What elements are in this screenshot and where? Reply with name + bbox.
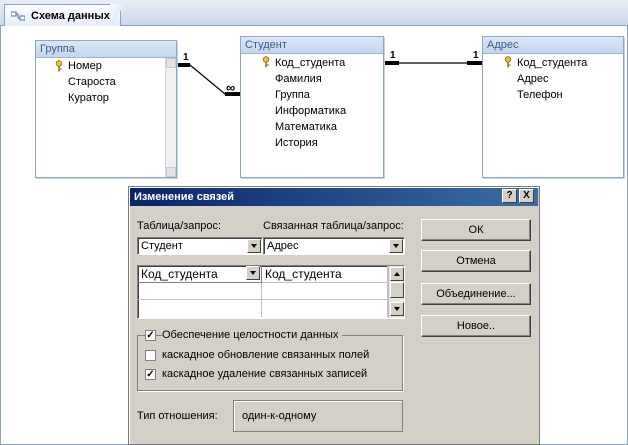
empty-cell[interactable]: [138, 283, 262, 300]
ok-button[interactable]: ОК: [421, 219, 531, 241]
table-window-student[interactable]: Студент Код_студента Фамилия Группа Инфо…: [240, 36, 384, 178]
primary-key-icon: [55, 60, 63, 72]
integrity-options-group: [137, 335, 403, 391]
cascade-delete-label[interactable]: каскадное удаление связанных записей: [162, 368, 367, 380]
field-item[interactable]: Номер: [68, 60, 102, 72]
field-item[interactable]: Математика: [275, 121, 337, 133]
scroll-down-arrow[interactable]: [390, 302, 404, 316]
relation-type-label: Тип отношения:: [137, 410, 218, 422]
relation-many-label: ∞: [226, 80, 236, 95]
related-table-select-value: Адрес: [267, 240, 299, 252]
edit-relationships-dialog: Изменение связей ? X Таблица/запрос: Свя…: [128, 186, 540, 445]
relation-one-label-left: 1: [390, 50, 396, 61]
related-table-select[interactable]: Адрес: [263, 237, 405, 255]
chevron-down-icon[interactable]: [389, 239, 403, 253]
cascade-update-label[interactable]: каскадное обновление связанных полей: [162, 349, 369, 361]
relation-one-label-right: 1: [473, 50, 479, 61]
scroll-up-arrow[interactable]: [166, 58, 176, 68]
empty-cell[interactable]: [138, 300, 262, 317]
help-button[interactable]: ?: [502, 189, 517, 203]
table-window-address[interactable]: Адрес Код_студента Адрес Телефон: [482, 36, 624, 178]
integrity-label[interactable]: Обеспечение целостности данных: [162, 329, 343, 341]
field-item[interactable]: Староста: [68, 76, 116, 88]
table-window-group[interactable]: Группа Номер Староста Куратор: [35, 40, 177, 178]
chevron-down-icon[interactable]: [246, 266, 260, 280]
chevron-down-icon[interactable]: [247, 239, 261, 253]
table-query-label: Таблица/запрос:: [137, 220, 222, 232]
primary-key-icon: [262, 56, 270, 68]
right-field-value: Код_студента: [265, 267, 342, 281]
field-item[interactable]: Куратор: [68, 92, 109, 104]
relation-type-value: один-к-одному: [233, 400, 403, 432]
relation-one-label: 1: [183, 52, 189, 63]
right-field-cell[interactable]: Код_студента: [262, 266, 388, 283]
field-item[interactable]: Телефон: [517, 89, 563, 101]
table-select-value: Студент: [141, 240, 183, 252]
field-item[interactable]: Код_студента: [275, 57, 345, 69]
cascade-delete-checkbox[interactable]: ✓: [145, 369, 156, 380]
field-item[interactable]: Фамилия: [275, 73, 322, 85]
field-item[interactable]: История: [275, 137, 318, 149]
grid-scrollbar[interactable]: [388, 266, 404, 318]
scrollbar[interactable]: [165, 58, 176, 177]
table-title[interactable]: Адрес: [483, 37, 623, 54]
left-field-value: Код_студента: [141, 267, 218, 281]
table-title[interactable]: Студент: [241, 37, 383, 54]
cascade-update-checkbox[interactable]: [145, 350, 156, 361]
field-mapping-grid[interactable]: Код_студента Код_студента: [137, 265, 405, 319]
integrity-checkbox[interactable]: ✓: [145, 330, 156, 341]
empty-cell[interactable]: [262, 300, 388, 317]
table-title[interactable]: Группа: [36, 41, 176, 58]
field-item[interactable]: Код_студента: [517, 57, 587, 69]
field-item[interactable]: Группа: [275, 89, 310, 101]
primary-key-icon: [504, 56, 512, 68]
table-select[interactable]: Студент: [137, 237, 263, 255]
related-table-label: Связанная таблица/запрос:: [263, 220, 404, 232]
empty-cell[interactable]: [262, 283, 388, 300]
create-new-button[interactable]: Новое..: [421, 315, 531, 337]
left-field-cell[interactable]: Код_студента: [138, 266, 262, 283]
scroll-down-arrow[interactable]: [166, 167, 176, 177]
field-item[interactable]: Адрес: [517, 73, 549, 85]
dialog-title[interactable]: Изменение связей: [130, 188, 538, 206]
join-type-button[interactable]: Объединение...: [421, 283, 531, 305]
field-item[interactable]: Информатика: [275, 105, 346, 117]
scroll-up-arrow[interactable]: [390, 267, 404, 281]
scroll-thumb[interactable]: [390, 282, 404, 298]
cancel-button[interactable]: Отмена: [421, 250, 531, 272]
close-button[interactable]: X: [519, 189, 534, 203]
